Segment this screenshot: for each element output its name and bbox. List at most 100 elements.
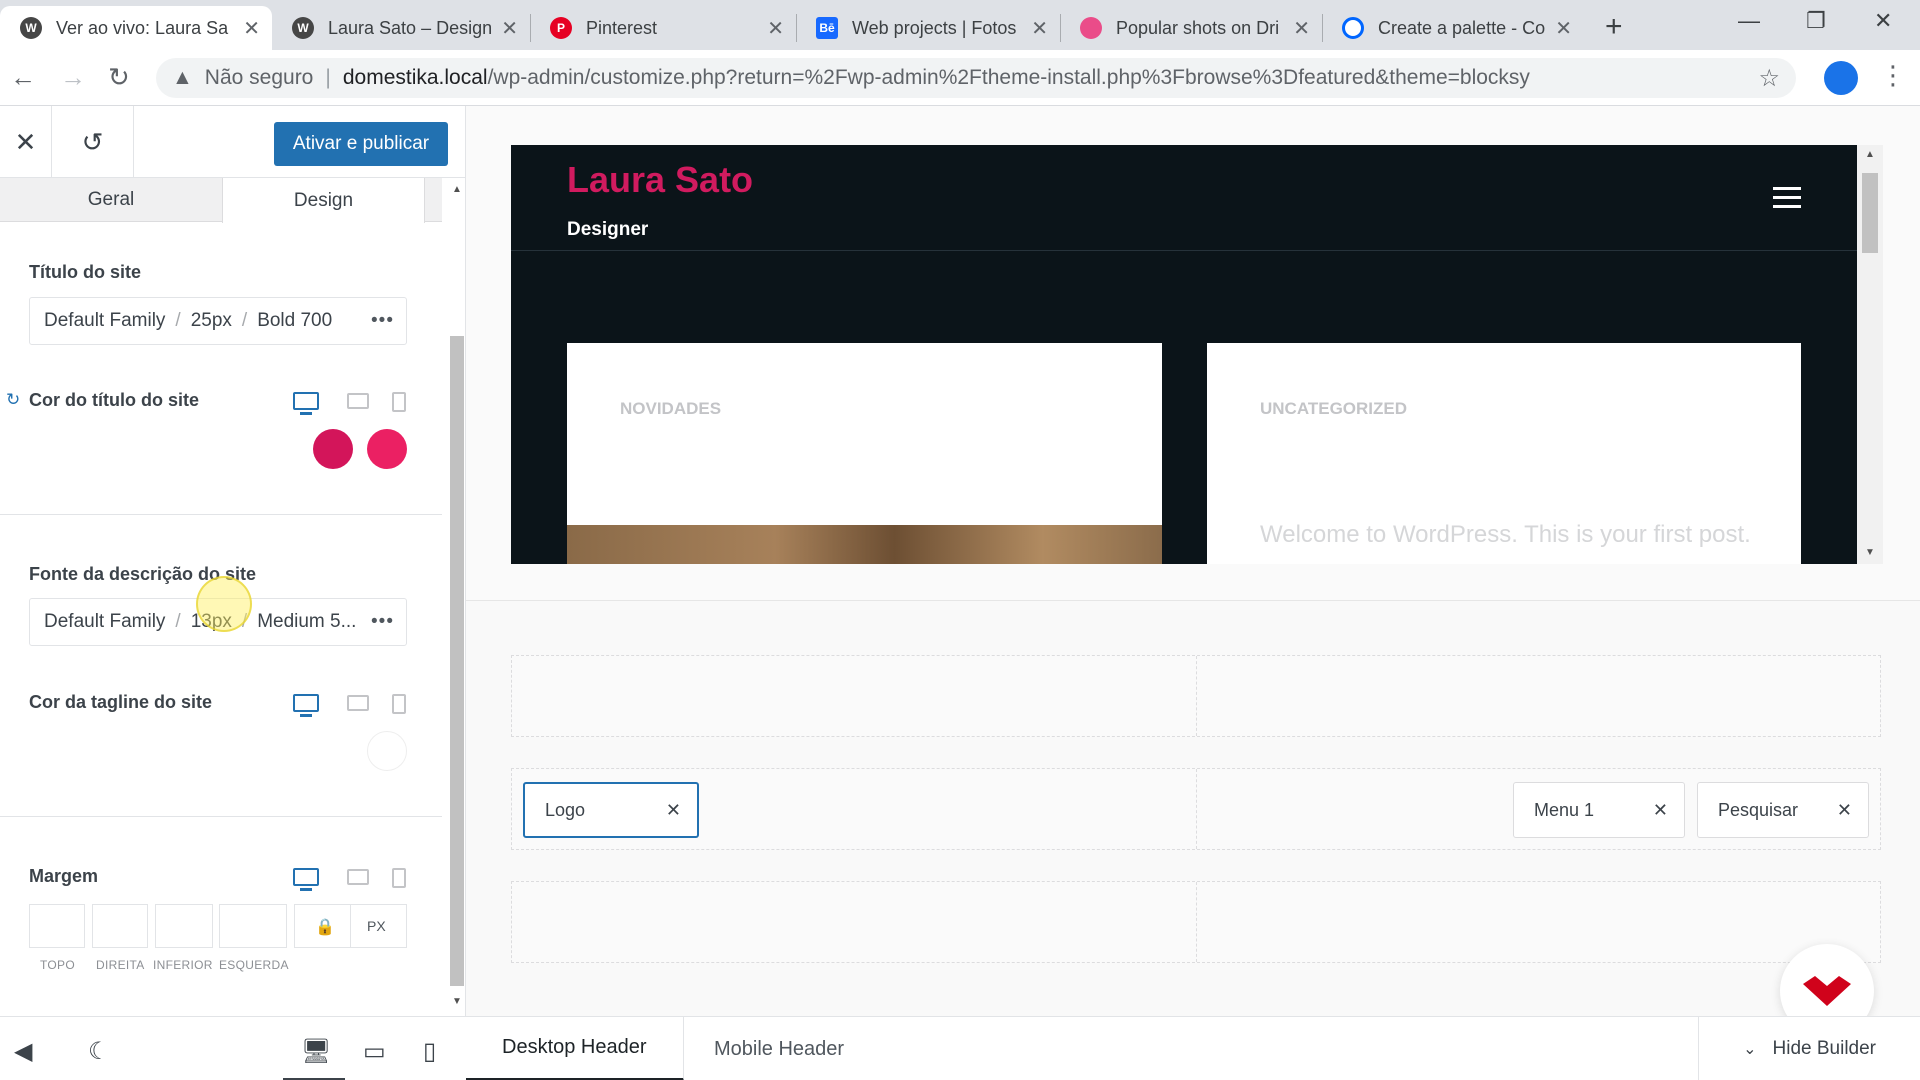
address-bar[interactable]: ▲ Não seguro | domestika.local/wp-admin/… <box>156 58 1796 98</box>
tablet-device-icon[interactable] <box>347 695 369 711</box>
more-options-icon[interactable]: ••• <box>371 310 394 332</box>
close-tab-icon[interactable]: ✕ <box>1293 16 1310 41</box>
scrollbar-thumb[interactable] <box>1862 173 1878 253</box>
site-header: Laura Sato Designer <box>511 145 1857 251</box>
tablet-preview-icon[interactable]: ▭ <box>363 1037 386 1066</box>
publish-button[interactable]: Ativar e publicar <box>274 122 448 166</box>
mobile-device-icon[interactable] <box>392 392 406 412</box>
browser-tab-dribbble[interactable]: Popular shots on Dri ✕ <box>1060 6 1322 50</box>
builder-row-top[interactable] <box>511 655 1881 737</box>
browser-tab-coolors[interactable]: Create a palette - Co ✕ <box>1322 6 1584 50</box>
builder-item-label: Logo <box>545 799 586 820</box>
wordpress-icon: W <box>20 17 42 39</box>
margin-right-input[interactable] <box>92 904 148 948</box>
font-weight-value: Bold 700 <box>257 310 333 331</box>
desktop-device-icon[interactable] <box>293 392 319 415</box>
margin-bottom-input[interactable] <box>155 904 213 948</box>
reset-icon[interactable]: ↻ <box>6 390 20 410</box>
browser-menu-icon[interactable]: ⋮ <box>1880 60 1906 91</box>
post-card[interactable]: UNCATEGORIZED Welcome to WordPress. This… <box>1207 343 1801 564</box>
site-title-typography-control[interactable]: Default Family / 25px / Bold 700 ••• <box>29 297 407 345</box>
tab-desktop-header[interactable]: Desktop Header <box>466 1017 684 1080</box>
scroll-down-arrow-icon[interactable]: ▼ <box>452 996 462 1007</box>
forward-icon[interactable]: → <box>60 62 86 93</box>
restore-icon[interactable]: ❐ <box>1806 8 1826 34</box>
customizer-tabs: Geral Design <box>0 178 442 223</box>
tablet-device-icon[interactable] <box>347 393 369 409</box>
desktop-preview-icon[interactable]: 🖥 <box>301 1037 331 1066</box>
tab-title: Laura Sato – Designe <box>328 17 492 38</box>
browser-toolbar: ← → ↻ ▲ Não seguro | domestika.local/wp-… <box>0 50 1920 106</box>
builder-row-bottom[interactable] <box>511 881 1881 963</box>
scroll-down-arrow-icon[interactable]: ▼ <box>1865 547 1875 558</box>
close-tab-icon[interactable]: ✕ <box>1555 16 1572 41</box>
title-hover-color-swatch[interactable] <box>367 429 407 469</box>
margin-left-input[interactable] <box>219 904 287 948</box>
margin-top-input[interactable] <box>29 904 85 948</box>
close-tab-icon[interactable]: ✕ <box>243 16 260 41</box>
post-category[interactable]: UNCATEGORIZED <box>1260 399 1407 419</box>
mobile-device-icon[interactable] <box>392 868 406 888</box>
remove-item-icon[interactable]: ✕ <box>1837 800 1852 821</box>
builder-item-logo[interactable]: Logo ✕ <box>523 782 699 838</box>
remove-item-icon[interactable]: ✕ <box>666 800 681 821</box>
site-title[interactable]: Laura Sato <box>567 159 753 201</box>
divider <box>350 905 351 947</box>
preview-scrollbar[interactable]: ▲ ▼ <box>1857 145 1883 564</box>
collapse-sidebar-icon[interactable]: ◀ <box>14 1037 32 1066</box>
bookmark-star-icon[interactable]: ☆ <box>1758 64 1780 93</box>
close-tab-icon[interactable]: ✕ <box>501 16 518 41</box>
post-category[interactable]: NOVIDADES <box>620 399 721 419</box>
tagline-color-swatch[interactable] <box>367 731 407 771</box>
site-preview[interactable]: Laura Sato Designer NOVIDADES UNCATEGORI… <box>511 145 1857 564</box>
close-icon[interactable]: ✕ <box>0 106 52 178</box>
warning-icon: ▲ <box>172 66 193 89</box>
mobile-preview-icon[interactable]: ▯ <box>423 1037 436 1066</box>
more-options-icon[interactable]: ••• <box>371 611 394 633</box>
browser-tab-pinterest[interactable]: P Pinterest ✕ <box>530 6 796 50</box>
scroll-up-arrow-icon[interactable]: ▲ <box>452 184 462 195</box>
mobile-device-icon[interactable] <box>392 694 406 714</box>
tab-title: Popular shots on Dri <box>1116 17 1280 38</box>
sidebar-scrollbar[interactable] <box>450 336 464 986</box>
tablet-device-icon[interactable] <box>347 869 369 885</box>
tab-mobile-header[interactable]: Mobile Header <box>678 1017 880 1080</box>
builder-row-main[interactable]: Logo ✕ Menu 1 ✕ Pesquisar ✕ <box>511 768 1881 850</box>
profile-avatar[interactable] <box>1824 61 1858 95</box>
minimize-icon[interactable]: — <box>1738 8 1760 34</box>
margin-bottom-label: INFERIOR <box>153 958 213 972</box>
browser-tab-laura-sato[interactable]: W Laura Sato – Designe ✕ <box>272 6 530 50</box>
separator: / <box>175 310 181 331</box>
builder-item-menu[interactable]: Menu 1 ✕ <box>1513 782 1685 838</box>
title-color-label: Cor do título do site <box>29 390 199 410</box>
device-switcher: 🖥 ▭ ▯ <box>283 1017 469 1080</box>
scroll-up-arrow-icon[interactable]: ▲ <box>1865 149 1875 160</box>
browser-tab-live-view[interactable]: W Ver ao vivo: Laura Sa ✕ <box>0 6 272 50</box>
builder-item-label: Pesquisar <box>1718 799 1799 820</box>
reload-icon[interactable]: ↻ <box>108 62 130 93</box>
desktop-device-icon[interactable] <box>293 694 319 717</box>
hamburger-menu-icon[interactable] <box>1773 187 1801 214</box>
builder-item-label: Menu 1 <box>1534 799 1595 820</box>
builder-item-search[interactable]: Pesquisar ✕ <box>1697 782 1869 838</box>
lock-icon[interactable]: 🔒 <box>315 917 335 937</box>
title-color-swatch[interactable] <box>313 429 353 469</box>
unit-select[interactable]: PX <box>367 918 386 934</box>
url-host: domestika.local <box>342 66 488 89</box>
tab-design[interactable]: Design <box>222 178 425 223</box>
browser-tab-behance[interactable]: Bē Web projects | Fotos ✕ <box>796 6 1060 50</box>
post-card[interactable]: NOVIDADES <box>567 343 1162 564</box>
new-tab-icon[interactable]: + <box>1605 10 1623 44</box>
hide-builder-button[interactable]: ⌄ Hide Builder <box>1698 1017 1920 1080</box>
close-window-icon[interactable]: ✕ <box>1874 8 1892 34</box>
close-tab-icon[interactable]: ✕ <box>1031 16 1048 41</box>
dark-mode-icon[interactable]: ☾ <box>88 1037 110 1066</box>
tab-geral[interactable]: Geral <box>0 178 222 222</box>
margin-label: Margem <box>29 866 99 886</box>
remove-item-icon[interactable]: ✕ <box>1653 800 1668 821</box>
column-divider <box>1196 769 1197 849</box>
desktop-device-icon[interactable] <box>293 868 319 891</box>
back-icon[interactable]: ← <box>10 62 36 93</box>
close-tab-icon[interactable]: ✕ <box>767 16 784 41</box>
undo-icon[interactable]: ↺ <box>52 106 134 178</box>
